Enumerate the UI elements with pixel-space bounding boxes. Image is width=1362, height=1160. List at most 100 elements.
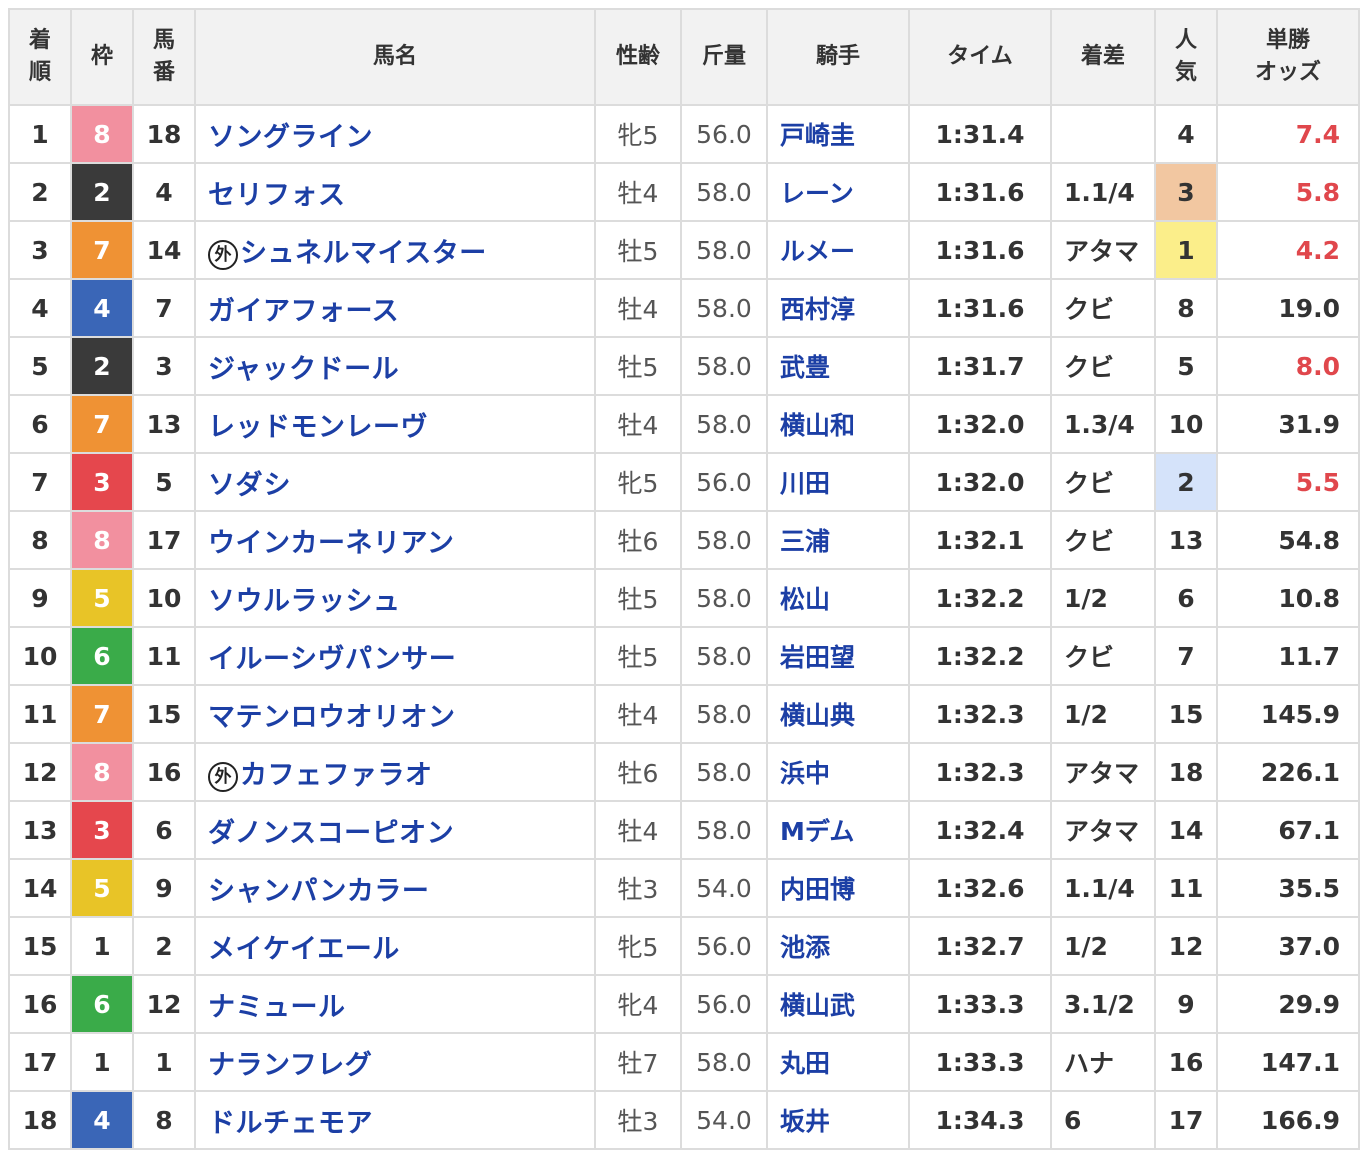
jockey-link[interactable]: 岩田望 [780, 643, 855, 672]
horse-name-link[interactable]: ダノンスコーピオン [208, 818, 454, 849]
jockey-link[interactable]: 武豊 [780, 353, 830, 382]
jockey-link[interactable]: 池添 [780, 933, 830, 962]
umaban-cell: 2 [132, 916, 196, 976]
result-row-8: 8 8 17 ウインカーネリアン 牡6 58.0 三浦 1:32.1 クビ 13… [8, 510, 1360, 570]
waku-cell: 5 [70, 568, 134, 628]
win-odds-cell: 145.9 [1216, 684, 1360, 744]
waku-cell: 1 [70, 1032, 134, 1092]
popularity-cell: 3 [1154, 162, 1218, 222]
umaban-cell: 16 [132, 742, 196, 802]
popularity-cell: 13 [1154, 510, 1218, 570]
result-row-10: 10 6 11 イルーシヴパンサー 牡5 58.0 岩田望 1:32.2 クビ … [8, 626, 1360, 686]
header-weight[interactable]: 斤量 [680, 8, 768, 106]
popularity-cell: 15 [1154, 684, 1218, 744]
horse-name-link[interactable]: メイケイエール [208, 934, 400, 965]
horse-name-link[interactable]: ナミュール [208, 992, 346, 1023]
horse-name-link[interactable]: ウインカーネリアン [208, 528, 454, 559]
sex-age-cell: 牡4 [594, 394, 682, 454]
header-horse-name[interactable]: 馬名 [194, 8, 596, 106]
horse-name-cell: イルーシヴパンサー [194, 626, 596, 686]
umaban-cell: 10 [132, 568, 196, 628]
jockey-link[interactable]: 横山武 [780, 991, 855, 1020]
horse-name-link[interactable]: ソダシ [208, 470, 291, 501]
horse-name-link[interactable]: レッドモンレーヴ [208, 412, 428, 443]
header-jockey[interactable]: 騎手 [766, 8, 910, 106]
jockey-link[interactable]: Mデム [780, 817, 854, 846]
jockey-link[interactable]: 松山 [780, 585, 830, 614]
rank-cell: 17 [8, 1032, 72, 1092]
win-odds-cell: 29.9 [1216, 974, 1360, 1034]
sex-age-cell: 牡7 [594, 1032, 682, 1092]
header-waku[interactable]: 枠 [70, 8, 134, 106]
horse-name-link[interactable]: シャンパンカラー [208, 876, 429, 907]
umaban-cell: 18 [132, 104, 196, 164]
weight-cell: 58.0 [680, 336, 768, 396]
jockey-link[interactable]: 内田博 [780, 875, 855, 904]
waku-cell: 2 [70, 162, 134, 222]
umaban-cell: 8 [132, 1090, 196, 1150]
header-sex-age[interactable]: 性齢 [594, 8, 682, 106]
waku-cell: 6 [70, 974, 134, 1034]
jockey-link[interactable]: 西村淳 [780, 295, 855, 324]
horse-name-link[interactable]: ナランフレグ [208, 1050, 372, 1081]
jockey-link[interactable]: 川田 [780, 469, 830, 498]
jockey-link[interactable]: 坂井 [780, 1107, 830, 1136]
jockey-link[interactable]: ルメー [780, 237, 855, 266]
horse-name-link[interactable]: ガイアフォース [208, 296, 399, 327]
header-umaban[interactable]: 馬番 [132, 8, 196, 106]
rank-cell: 16 [8, 974, 72, 1034]
sex-age-cell: 牡3 [594, 858, 682, 918]
horse-name-link[interactable]: セリフォス [208, 180, 346, 211]
weight-cell: 58.0 [680, 162, 768, 222]
header-rank[interactable]: 着順 [8, 8, 72, 106]
jockey-cell: 丸田 [766, 1032, 910, 1092]
horse-name-link[interactable]: シュネルマイスター [240, 238, 487, 269]
time-cell: 1:32.0 [908, 394, 1052, 454]
popularity-cell: 11 [1154, 858, 1218, 918]
header-time[interactable]: タイム [908, 8, 1052, 106]
jockey-link[interactable]: 丸田 [780, 1049, 830, 1078]
sex-age-cell: 牝5 [594, 452, 682, 512]
jockey-link[interactable]: 三浦 [780, 527, 830, 556]
time-cell: 1:31.6 [908, 278, 1052, 338]
jockey-link[interactable]: 戸崎圭 [780, 121, 855, 150]
header-popularity[interactable]: 人気 [1154, 8, 1218, 106]
horse-name-link[interactable]: カフェファラオ [240, 760, 433, 791]
popularity-cell: 4 [1154, 104, 1218, 164]
jockey-cell: 横山和 [766, 394, 910, 454]
popularity-cell: 1 [1154, 220, 1218, 280]
popularity-cell: 5 [1154, 336, 1218, 396]
sex-age-cell: 牝5 [594, 104, 682, 164]
header-margin[interactable]: 着差 [1050, 8, 1156, 106]
margin-cell: クビ [1050, 510, 1156, 570]
jockey-link[interactable]: レーン [780, 179, 854, 208]
jockey-cell: 川田 [766, 452, 910, 512]
weight-cell: 54.0 [680, 1090, 768, 1150]
time-cell: 1:32.6 [908, 858, 1052, 918]
sex-age-cell: 牡5 [594, 626, 682, 686]
weight-cell: 58.0 [680, 626, 768, 686]
jockey-link[interactable]: 横山典 [780, 701, 855, 730]
result-row-7: 7 3 5 ソダシ 牝5 56.0 川田 1:32.0 クビ 2 5.5 [8, 452, 1360, 512]
margin-cell: 1.1/4 [1050, 858, 1156, 918]
sex-age-cell: 牡5 [594, 568, 682, 628]
horse-name-link[interactable]: ドルチェモア [208, 1108, 373, 1139]
weight-cell: 58.0 [680, 394, 768, 454]
time-cell: 1:32.2 [908, 626, 1052, 686]
weight-cell: 58.0 [680, 568, 768, 628]
horse-name-link[interactable]: イルーシヴパンサー [208, 644, 456, 675]
jockey-link[interactable]: 浜中 [780, 759, 830, 788]
horse-name-cell: マテンロウオリオン [194, 684, 596, 744]
horse-name-link[interactable]: マテンロウオリオン [208, 702, 456, 733]
jockey-link[interactable]: 横山和 [780, 411, 855, 440]
horse-name-link[interactable]: ソウルラッシュ [208, 586, 401, 617]
umaban-cell: 7 [132, 278, 196, 338]
time-cell: 1:33.3 [908, 974, 1052, 1034]
umaban-cell: 4 [132, 162, 196, 222]
weight-cell: 58.0 [680, 510, 768, 570]
result-row-6: 6 7 13 レッドモンレーヴ 牡4 58.0 横山和 1:32.0 1.3/4… [8, 394, 1360, 454]
header-win-odds[interactable]: 単勝 オッズ [1216, 8, 1360, 106]
horse-name-link[interactable]: ジャックドール [208, 354, 399, 385]
horse-name-link[interactable]: ソングライン [208, 122, 373, 153]
weight-cell: 58.0 [680, 1032, 768, 1092]
